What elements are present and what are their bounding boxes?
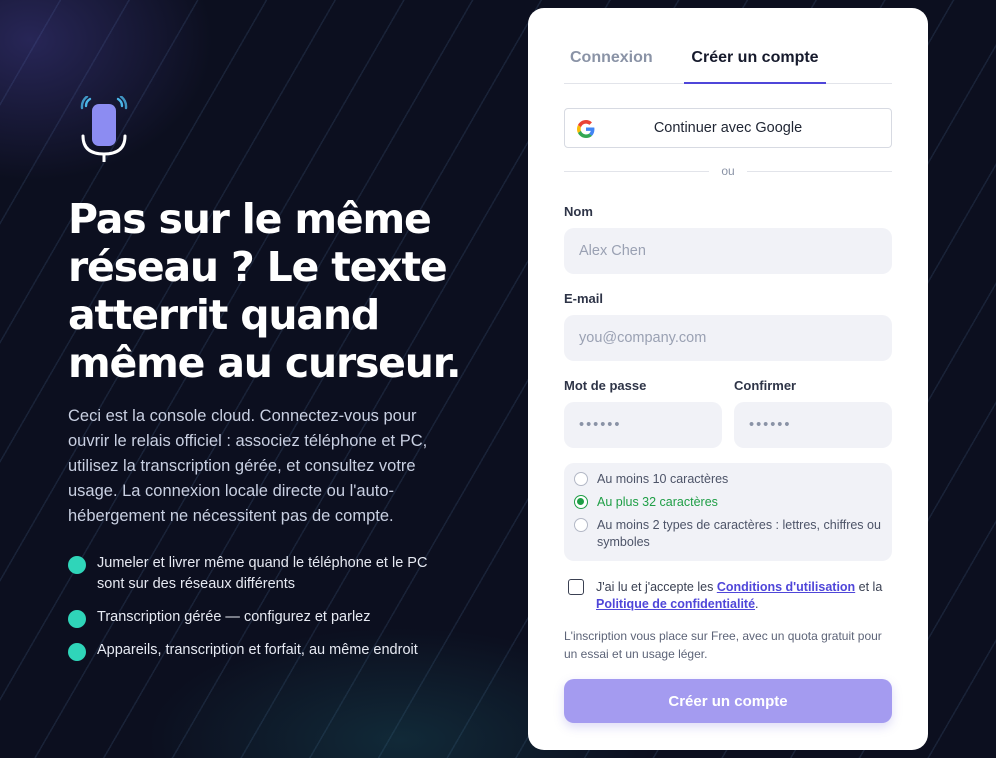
plan-note: L'inscription vous place sur Free, avec … — [564, 629, 882, 661]
feature-bullet-icon — [68, 610, 86, 628]
google-icon — [577, 120, 595, 138]
or-divider: ou — [564, 164, 893, 178]
rule-check-icon — [574, 495, 588, 509]
password-label: Mot de passe — [564, 378, 647, 393]
divider-text: ou — [721, 164, 735, 178]
password-rules: Au moins 10 caractères Au plus 32 caract… — [564, 463, 892, 561]
privacy-link[interactable]: Politique de confidentialité — [596, 597, 755, 611]
feature-item: Appareils, transcription et forfait, au … — [68, 640, 488, 661]
password-rule: Au plus 32 caractères — [574, 494, 882, 511]
terms-checkbox[interactable] — [568, 579, 584, 595]
feature-item: Transcription gérée — configurez et parl… — [68, 607, 488, 628]
hero-title: Pas sur le même réseau ? Le texte atterr… — [68, 195, 462, 387]
feature-bullet-icon — [68, 556, 86, 574]
divider-line — [564, 170, 710, 172]
confirm-label: Confirmer — [734, 378, 797, 393]
email-label: E-mail — [564, 291, 604, 306]
password-row: Mot de passe Confirmer — [564, 378, 892, 448]
email-input[interactable] — [564, 315, 892, 361]
google-button-label: Continuer avec Google — [653, 120, 803, 136]
feature-text: Appareils, transcription et forfait, au … — [97, 642, 418, 658]
rule-status-icon — [574, 518, 588, 532]
tab-login[interactable]: Connexion — [570, 8, 684, 83]
feature-bullet-icon — [68, 643, 86, 661]
hero-description: Ceci est la console cloud. Connectez-vou… — [68, 407, 428, 525]
name-group: Nom — [564, 204, 892, 274]
email-group: E-mail — [564, 291, 892, 361]
confirm-group: Confirmer — [734, 378, 892, 448]
feature-text: Jumeler et livrer même quand le téléphon… — [97, 555, 428, 592]
consent-text: J'ai lu et j'accepte les Conditions d'ut… — [596, 579, 892, 613]
hero-section: Pas sur le même réseau ? Le texte atterr… — [68, 95, 488, 673]
rule-text: Au moins 2 types de caractères : lettres… — [597, 518, 881, 549]
rule-text: Au plus 32 caractères — [597, 495, 718, 509]
tab-signup[interactable]: Créer un compte — [684, 8, 826, 84]
consent-before: J'ai lu et j'accepte les — [596, 580, 717, 594]
rule-text: Au moins 10 caractères — [597, 472, 729, 486]
password-group: Mot de passe — [564, 378, 722, 448]
auth-tabs: Connexion Créer un compte — [564, 8, 892, 84]
rule-status-icon — [574, 472, 588, 486]
feature-item: Jumeler et livrer même quand le téléphon… — [68, 553, 488, 595]
password-rule: Au moins 10 caractères — [574, 471, 882, 488]
feature-text: Transcription gérée — configurez et parl… — [97, 609, 371, 625]
terms-link[interactable]: Conditions d'utilisation — [717, 580, 855, 594]
microphone-logo-icon — [80, 95, 128, 162]
password-input[interactable] — [564, 402, 722, 448]
google-signin-button[interactable]: Continuer avec Google — [564, 108, 892, 148]
feature-list: Jumeler et livrer même quand le téléphon… — [68, 553, 488, 661]
create-account-button[interactable]: Créer un compte — [564, 679, 892, 723]
consent-middle: et la — [855, 580, 883, 594]
name-input[interactable] — [564, 228, 892, 274]
password-rule: Au moins 2 types de caractères : lettres… — [574, 517, 882, 551]
confirm-password-input[interactable] — [734, 402, 892, 448]
auth-card: Connexion Créer un compte Continuer avec… — [528, 8, 928, 750]
terms-consent: J'ai lu et j'accepte les Conditions d'ut… — [564, 579, 892, 613]
divider-line — [746, 170, 893, 172]
consent-after: . — [755, 597, 759, 611]
name-label: Nom — [564, 204, 593, 219]
